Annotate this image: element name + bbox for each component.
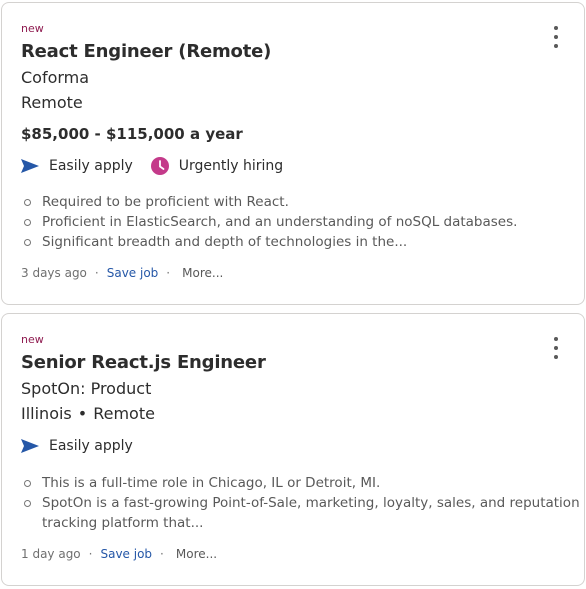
- location-separator: •: [77, 404, 88, 423]
- paper-plane-icon: [21, 439, 39, 453]
- snippet-line: tracking platform that...: [42, 515, 204, 531]
- save-job-link[interactable]: Save job: [107, 266, 159, 280]
- separator: ·: [160, 547, 164, 561]
- kebab-menu-icon[interactable]: [552, 337, 560, 359]
- job-footer: 1 day ago · Save job · More...: [21, 547, 217, 561]
- job-title[interactable]: Senior React.js Engineer: [21, 352, 266, 373]
- job-footer: 3 days ago · Save job · More...: [21, 266, 223, 280]
- job-card[interactable]: new React Engineer (Remote) Coforma Remo…: [1, 2, 585, 305]
- more-link[interactable]: More...: [182, 266, 223, 280]
- salary: $85,000 - $115,000 a year: [21, 125, 243, 143]
- easily-apply-label: Easily apply: [49, 158, 133, 174]
- separator: ·: [166, 266, 171, 280]
- snippet-item: SpotOn is a fast-growing Point-of-Sale, …: [22, 493, 580, 533]
- new-badge: new: [21, 22, 44, 35]
- snippet-item: This is a full-time role in Chicago, IL …: [22, 473, 580, 493]
- job-location: Remote: [21, 93, 83, 112]
- job-attributes: Easily apply: [21, 438, 149, 454]
- easily-apply-label: Easily apply: [49, 438, 133, 454]
- job-attributes: Easily apply Urgently hiring: [21, 157, 299, 175]
- posted-date: 1 day ago: [21, 547, 81, 561]
- job-card[interactable]: new Senior React.js Engineer SpotOn: Pro…: [1, 313, 585, 586]
- company-name: SpotOn: Product: [21, 379, 152, 398]
- snippet-item: Required to be proficient with React.: [22, 192, 517, 212]
- job-location: Illinois • Remote: [21, 404, 155, 423]
- clock-icon: [150, 157, 169, 175]
- easily-apply-badge: Easily apply: [21, 158, 133, 174]
- posted-date: 3 days ago: [21, 266, 87, 280]
- job-snippet: This is a full-time role in Chicago, IL …: [22, 473, 580, 533]
- location-city: Illinois: [21, 404, 72, 423]
- location-remote: Remote: [93, 404, 155, 423]
- company-name: Coforma: [21, 68, 90, 87]
- new-badge: new: [21, 333, 44, 346]
- job-snippet: Required to be proficient with React. Pr…: [22, 192, 517, 252]
- paper-plane-icon: [21, 159, 39, 173]
- snippet-item: Significant breadth and depth of technol…: [22, 232, 517, 252]
- job-title[interactable]: React Engineer (Remote): [21, 41, 271, 62]
- more-link[interactable]: More...: [176, 547, 217, 561]
- separator: ·: [88, 547, 93, 561]
- easily-apply-badge: Easily apply: [21, 438, 133, 454]
- urgently-hiring-label: Urgently hiring: [178, 158, 284, 174]
- separator: ·: [94, 266, 99, 280]
- save-job-link[interactable]: Save job: [100, 547, 152, 561]
- kebab-menu-icon[interactable]: [552, 26, 560, 48]
- urgently-hiring-badge: Urgently hiring: [150, 157, 284, 175]
- snippet-line: SpotOn is a fast-growing Point-of-Sale, …: [42, 495, 580, 511]
- snippet-item: Proficient in ElasticSearch, and an unde…: [22, 212, 517, 232]
